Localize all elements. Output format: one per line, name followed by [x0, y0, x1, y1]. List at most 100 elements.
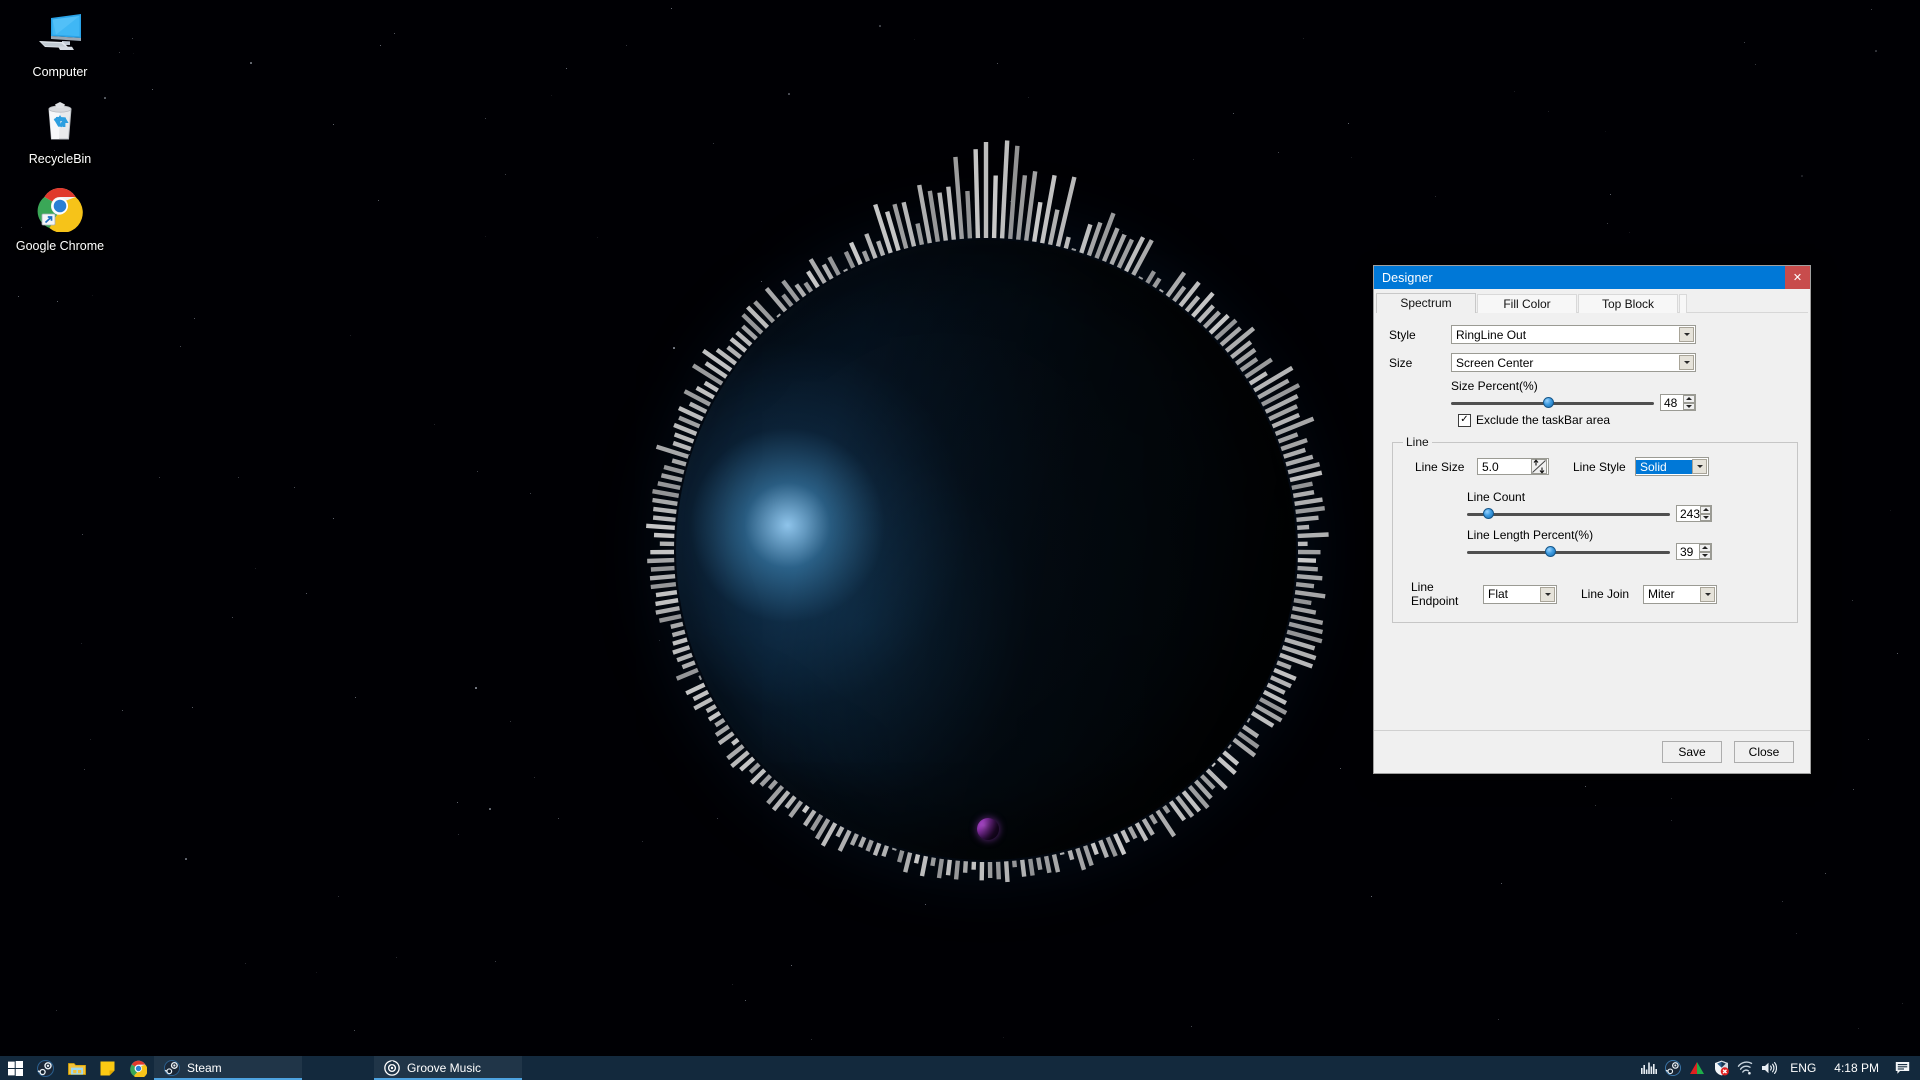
exclude-taskbar-row[interactable]: ✓ Exclude the taskBar area — [1384, 413, 1800, 427]
planet-graphic — [676, 240, 1296, 860]
line-endpoint-row: Line Endpoint Flat Line Join Miter — [1403, 580, 1787, 608]
stepper-down-icon[interactable] — [1683, 403, 1695, 411]
line-endpoint-value: Flat — [1484, 587, 1540, 601]
tab-spectrum[interactable]: Spectrum — [1376, 293, 1476, 313]
taskbar-task-label: Groove Music — [407, 1061, 481, 1075]
desktop-icon-computer[interactable]: Computer — [0, 0, 120, 87]
line-size-row: Line Size 5.0 Line Style Solid — [1403, 457, 1787, 476]
security-shield-icon[interactable] — [1709, 1060, 1733, 1076]
line-endpoint-combobox[interactable]: Flat — [1483, 585, 1557, 604]
dialog-title-bar[interactable]: Designer ✕ — [1374, 266, 1810, 289]
chevron-down-icon[interactable] — [1679, 327, 1694, 342]
line-size-stepper[interactable]: 5.0 — [1477, 458, 1549, 475]
line-length-slider-row: 39 — [1467, 543, 1787, 560]
red-triangle-icon[interactable] — [1685, 1061, 1709, 1075]
tabstrip-filler — [1679, 294, 1687, 313]
style-combobox[interactable]: RingLine Out — [1451, 325, 1696, 344]
line-count-slider[interactable] — [1467, 507, 1670, 521]
style-row: Style RingLine Out — [1384, 325, 1800, 344]
dialog-footer: Save Close — [1374, 730, 1810, 773]
line-length-slider[interactable] — [1467, 545, 1670, 559]
line-style-label: Line Style — [1549, 460, 1635, 474]
line-count-block: Line Count 243 — [1403, 490, 1787, 522]
taskbar-pin-steam[interactable] — [30, 1056, 61, 1080]
desktop-icon-recyclebin[interactable]: RecycleBin — [0, 87, 120, 174]
stepper-up-icon[interactable] — [1700, 506, 1711, 514]
moon-graphic — [977, 818, 999, 840]
dialog-title: Designer — [1374, 271, 1433, 285]
line-join-label: Line Join — [1557, 587, 1643, 601]
system-tray: ENG 4:18 PM — [1637, 1056, 1920, 1080]
size-label: Size — [1384, 356, 1451, 370]
tab-fill-color[interactable]: Fill Color — [1477, 294, 1577, 313]
line-group: Line Line Size 5.0 Line Style — [1392, 435, 1798, 623]
slider-thumb[interactable] — [1545, 546, 1556, 557]
slider-thumb[interactable] — [1483, 508, 1494, 519]
desktop-icon-label: Google Chrome — [16, 239, 104, 253]
stepper-buttons[interactable] — [1683, 395, 1695, 410]
desktop-icon-chrome[interactable]: Google Chrome — [0, 174, 120, 261]
slider-track — [1467, 551, 1670, 554]
chevron-down-icon[interactable] — [1700, 587, 1715, 602]
stepper-down-icon[interactable] — [1699, 552, 1711, 560]
notifications-icon[interactable] — [1888, 1061, 1916, 1075]
stepper-up-icon[interactable] — [1699, 544, 1711, 552]
stepper-up-icon[interactable] — [1683, 395, 1695, 403]
dialog-tabstrip: Spectrum Fill Color Top Block — [1376, 293, 1810, 313]
monitor-icon — [36, 10, 84, 58]
chevron-down-icon[interactable] — [1692, 459, 1707, 474]
taskbar-pin-sticky-notes[interactable] — [92, 1056, 123, 1080]
taskbar-pin-chrome[interactable] — [123, 1056, 154, 1080]
stepper-buttons[interactable] — [1700, 506, 1711, 521]
save-button[interactable]: Save — [1662, 741, 1722, 763]
taskbar-pin-file-explorer[interactable] — [61, 1056, 92, 1080]
start-button[interactable] — [0, 1056, 30, 1080]
equalizer-icon[interactable] — [1637, 1061, 1661, 1075]
designer-dialog[interactable]: Designer ✕ Spectrum Fill Color Top Block… — [1373, 265, 1811, 774]
stepper-down-icon[interactable] — [1700, 514, 1711, 522]
size-combobox[interactable]: Screen Center — [1451, 353, 1696, 372]
exclude-taskbar-checkbox[interactable]: ✓ — [1458, 414, 1471, 427]
line-count-slider-row: 243 — [1467, 505, 1787, 522]
chevron-down-icon[interactable] — [1540, 587, 1555, 602]
size-row: Size Screen Center — [1384, 353, 1800, 372]
size-percent-slider[interactable] — [1451, 396, 1654, 410]
taskbar[interactable]: Steam Groove Music — [0, 1056, 1920, 1080]
steam-icon[interactable] — [1661, 1060, 1685, 1076]
steam-icon — [164, 1060, 180, 1076]
line-count-label: Line Count — [1467, 490, 1787, 504]
line-count-stepper[interactable]: 243 — [1676, 505, 1712, 522]
taskbar-task-label: Steam — [187, 1061, 222, 1075]
line-join-value: Miter — [1644, 587, 1700, 601]
folder-icon — [68, 1061, 86, 1076]
note-icon — [100, 1061, 115, 1076]
spectrum-panel: Style RingLine Out Size Screen Center Si… — [1374, 313, 1810, 623]
size-percent-slider-row: 48 — [1451, 394, 1800, 411]
taskbar-task-groove-music[interactable]: Groove Music — [374, 1056, 522, 1080]
steam-icon — [37, 1060, 54, 1077]
line-length-stepper[interactable]: 39 — [1676, 543, 1712, 560]
groove-music-icon — [384, 1060, 400, 1076]
line-group-label: Line — [1403, 435, 1432, 449]
line-join-combobox[interactable]: Miter — [1643, 585, 1717, 604]
language-indicator[interactable]: ENG — [1781, 1061, 1825, 1075]
updown-arrows-icon[interactable] — [1531, 459, 1547, 474]
chevron-down-icon[interactable] — [1679, 355, 1694, 370]
size-percent-block: Size Percent(%) 48 — [1384, 379, 1800, 411]
size-percent-stepper[interactable]: 48 — [1660, 394, 1696, 411]
style-value: RingLine Out — [1452, 328, 1679, 342]
slider-thumb[interactable] — [1543, 397, 1554, 408]
wifi-icon[interactable] — [1733, 1061, 1757, 1075]
close-icon[interactable]: ✕ — [1785, 266, 1810, 289]
line-style-combobox[interactable]: Solid — [1635, 457, 1709, 476]
volume-icon[interactable] — [1757, 1061, 1781, 1075]
close-button[interactable]: Close — [1734, 741, 1794, 763]
moon-shadow — [977, 818, 999, 840]
line-style-value: Solid — [1636, 460, 1692, 474]
size-value: Screen Center — [1452, 356, 1679, 370]
tab-top-block[interactable]: Top Block — [1578, 294, 1678, 313]
style-label: Style — [1384, 328, 1451, 342]
taskbar-task-steam[interactable]: Steam — [154, 1056, 302, 1080]
stepper-buttons[interactable] — [1699, 544, 1711, 559]
clock[interactable]: 4:18 PM — [1825, 1061, 1888, 1075]
